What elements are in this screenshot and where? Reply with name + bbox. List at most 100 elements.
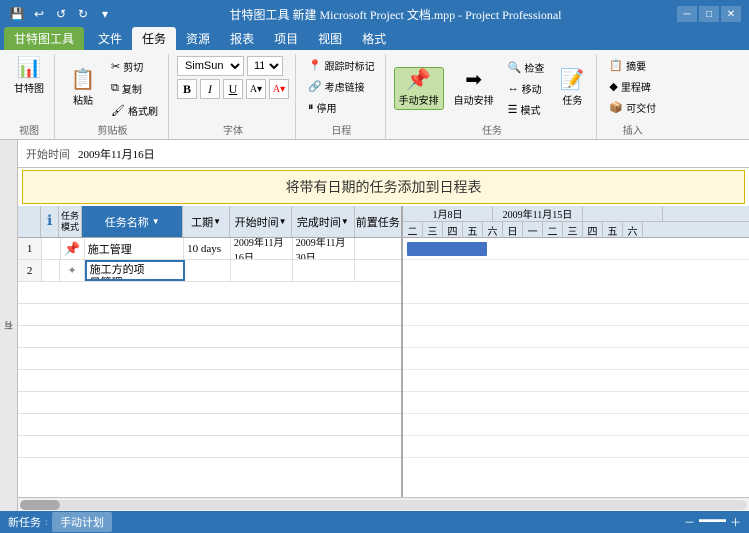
col-header-mode: 任务模式 <box>59 206 82 237</box>
tab-gantt-tools[interactable]: 甘特图工具 <box>4 27 84 50</box>
col-header-pred[interactable]: 前置任务 <box>355 206 402 237</box>
table-row[interactable] <box>18 414 401 436</box>
underline-button[interactable]: U <box>223 79 243 99</box>
cell-finish-2[interactable] <box>293 260 355 281</box>
quick-access-toolbar: 💾 ↩ ↺ ↻ ▾ <box>8 5 114 23</box>
gantt-row-3 <box>403 304 749 326</box>
font-size-select[interactable]: 11 <box>247 56 283 76</box>
table-row[interactable]: 2 ✦ 施工方的项目管理 <box>18 260 401 282</box>
tab-view[interactable]: 视图 <box>308 27 352 50</box>
duration-filter-icon: ▼ <box>213 217 221 226</box>
track-marks-button[interactable]: 📍 跟踪时标记 <box>304 56 379 75</box>
table-row[interactable] <box>18 282 401 304</box>
col-header-name[interactable]: 任务名称 ▼ <box>82 206 183 237</box>
consider-links-button[interactable]: 🔗 考虑链接 <box>304 77 369 96</box>
auto-icon: ➡ <box>465 70 482 90</box>
close-button[interactable]: ✕ <box>721 6 741 22</box>
group-clipboard: 📋 粘贴 ✂剪切 ⧉复制 🖌格式刷 剪贴板 <box>57 54 169 139</box>
tab-format[interactable]: 格式 <box>352 27 396 50</box>
date-navigation: 开始时间 2009年11月16日 <box>18 140 749 168</box>
tab-resource[interactable]: 资源 <box>176 27 220 50</box>
cell-start-1[interactable]: 2009年11月16日 <box>231 238 293 259</box>
info-bar: 将带有日期的任务添加到日程表 <box>22 170 745 204</box>
move-button[interactable]: ↔ 移动 <box>504 79 549 98</box>
cell-mode-1: 📌 <box>61 238 85 259</box>
group-font: SimSun 11 B I U A▾ A▾ 字体 <box>171 54 296 139</box>
date-bot-2: 三 <box>423 222 443 238</box>
table-row[interactable] <box>18 436 401 458</box>
scroll-track[interactable] <box>20 500 747 510</box>
dropdown-arrow[interactable]: ▾ <box>96 5 114 23</box>
minimize-button[interactable]: ─ <box>677 6 697 22</box>
manual-plan-tab[interactable]: 手动计划 <box>52 512 112 532</box>
tab-report[interactable]: 报表 <box>220 27 264 50</box>
bold-button[interactable]: B <box>177 79 197 99</box>
table-row[interactable] <box>18 304 401 326</box>
task-button[interactable]: 📝 任务 <box>554 68 590 109</box>
undo-button[interactable]: ↩ <box>30 5 48 23</box>
cell-info-2 <box>42 260 60 281</box>
italic-button[interactable]: I <box>200 79 220 99</box>
manual-schedule-button[interactable]: 📌 手动安排 <box>394 67 444 110</box>
cell-duration-1[interactable]: 10 days <box>184 238 231 259</box>
table-row[interactable] <box>18 370 401 392</box>
tab-project[interactable]: 项目 <box>264 27 308 50</box>
highlight-button[interactable]: A▾ <box>246 79 266 99</box>
col-header-num <box>18 206 41 237</box>
tab-file[interactable]: 文件 <box>88 27 132 50</box>
cut-button[interactable]: ✂剪切 <box>107 57 162 76</box>
date-bot-12: 六 <box>623 222 643 238</box>
col-header-start[interactable]: 开始时间 ▼ <box>230 206 292 237</box>
pause-button[interactable]: ⏸ 停用 <box>304 98 341 117</box>
gantt-bar-1 <box>407 242 487 256</box>
redo-button[interactable]: ↻ <box>74 5 92 23</box>
table-row[interactable] <box>18 392 401 414</box>
ribbon-tabs: 甘特图工具 文件 任务 资源 报表 项目 视图 格式 <box>0 28 749 50</box>
pause-icon: ⏸ <box>308 101 314 114</box>
cell-num-1: 1 <box>18 238 42 259</box>
paste-button[interactable]: 📋 粘贴 <box>63 68 103 109</box>
gantt-row-8 <box>403 414 749 436</box>
title-bar: 💾 ↩ ↺ ↻ ▾ 甘特图工具 新建 Microsoft Project 文档.… <box>0 0 749 28</box>
cell-duration-2[interactable] <box>185 260 232 281</box>
auto-schedule-button[interactable]: ➡ 自动安排 <box>450 68 498 109</box>
date-nav-value: 2009年11月16日 <box>78 146 155 162</box>
save-button[interactable]: 💾 <box>8 5 26 23</box>
cell-name-2[interactable]: 施工方的项目管理 <box>85 260 185 281</box>
cell-name-1[interactable]: 施工管理 <box>85 238 184 259</box>
zoom-in-icon[interactable]: ＋ <box>730 514 741 530</box>
font-color-button[interactable]: A▾ <box>269 79 289 99</box>
table-row[interactable]: 1 📌 施工管理 10 days 2009年11月16日 2009年11月30日 <box>18 238 401 260</box>
format-painter-button[interactable]: 🖌格式刷 <box>107 101 162 120</box>
cell-pred-2[interactable] <box>355 260 401 281</box>
cell-pred-1[interactable] <box>355 238 402 259</box>
font-name-select[interactable]: SimSun <box>177 56 244 76</box>
undo-arrow[interactable]: ↺ <box>52 5 70 23</box>
maximize-button[interactable]: □ <box>699 6 719 22</box>
table-header: ℹ 任务模式 任务名称 ▼ 工期 ▼ 开始时间 ▼ 完成时 <box>18 206 401 238</box>
date-nav-label: 开始时间 <box>26 146 70 162</box>
gantt-view-button[interactable]: 📊 甘特图 <box>10 56 48 97</box>
deliverable-button[interactable]: 📦 可交付 <box>605 98 660 117</box>
table-row[interactable] <box>18 326 401 348</box>
zoom-out-icon[interactable]: － <box>684 514 695 530</box>
table-row[interactable] <box>18 348 401 370</box>
cell-start-2[interactable] <box>231 260 293 281</box>
col-header-duration[interactable]: 工期 ▼ <box>183 206 230 237</box>
date-bot-1: 二 <box>403 222 423 238</box>
gantt-row-7 <box>403 392 749 414</box>
cell-mode-2: ✦ <box>60 260 84 281</box>
col-header-finish[interactable]: 完成时间 ▼ <box>292 206 354 237</box>
milestone-button[interactable]: ◆ 里程碑 <box>605 77 654 96</box>
cell-finish-1[interactable]: 2009年11月30日 <box>293 238 355 259</box>
gantt-icon: 📊 <box>17 58 42 78</box>
mode-button[interactable]: ☰ 模式 <box>504 100 549 119</box>
milestone-icon: ◆ <box>609 80 617 93</box>
inspect-button[interactable]: 🔍 检查 <box>504 58 549 77</box>
summary-button[interactable]: 📋 摘要 <box>605 56 650 75</box>
horizontal-scrollbar[interactable] <box>18 497 749 511</box>
scroll-thumb[interactable] <box>20 500 60 510</box>
tab-task[interactable]: 任务 <box>132 27 176 50</box>
font-controls: SimSun 11 B I U A▾ A▾ <box>177 56 289 99</box>
copy-button[interactable]: ⧉复制 <box>107 79 162 98</box>
